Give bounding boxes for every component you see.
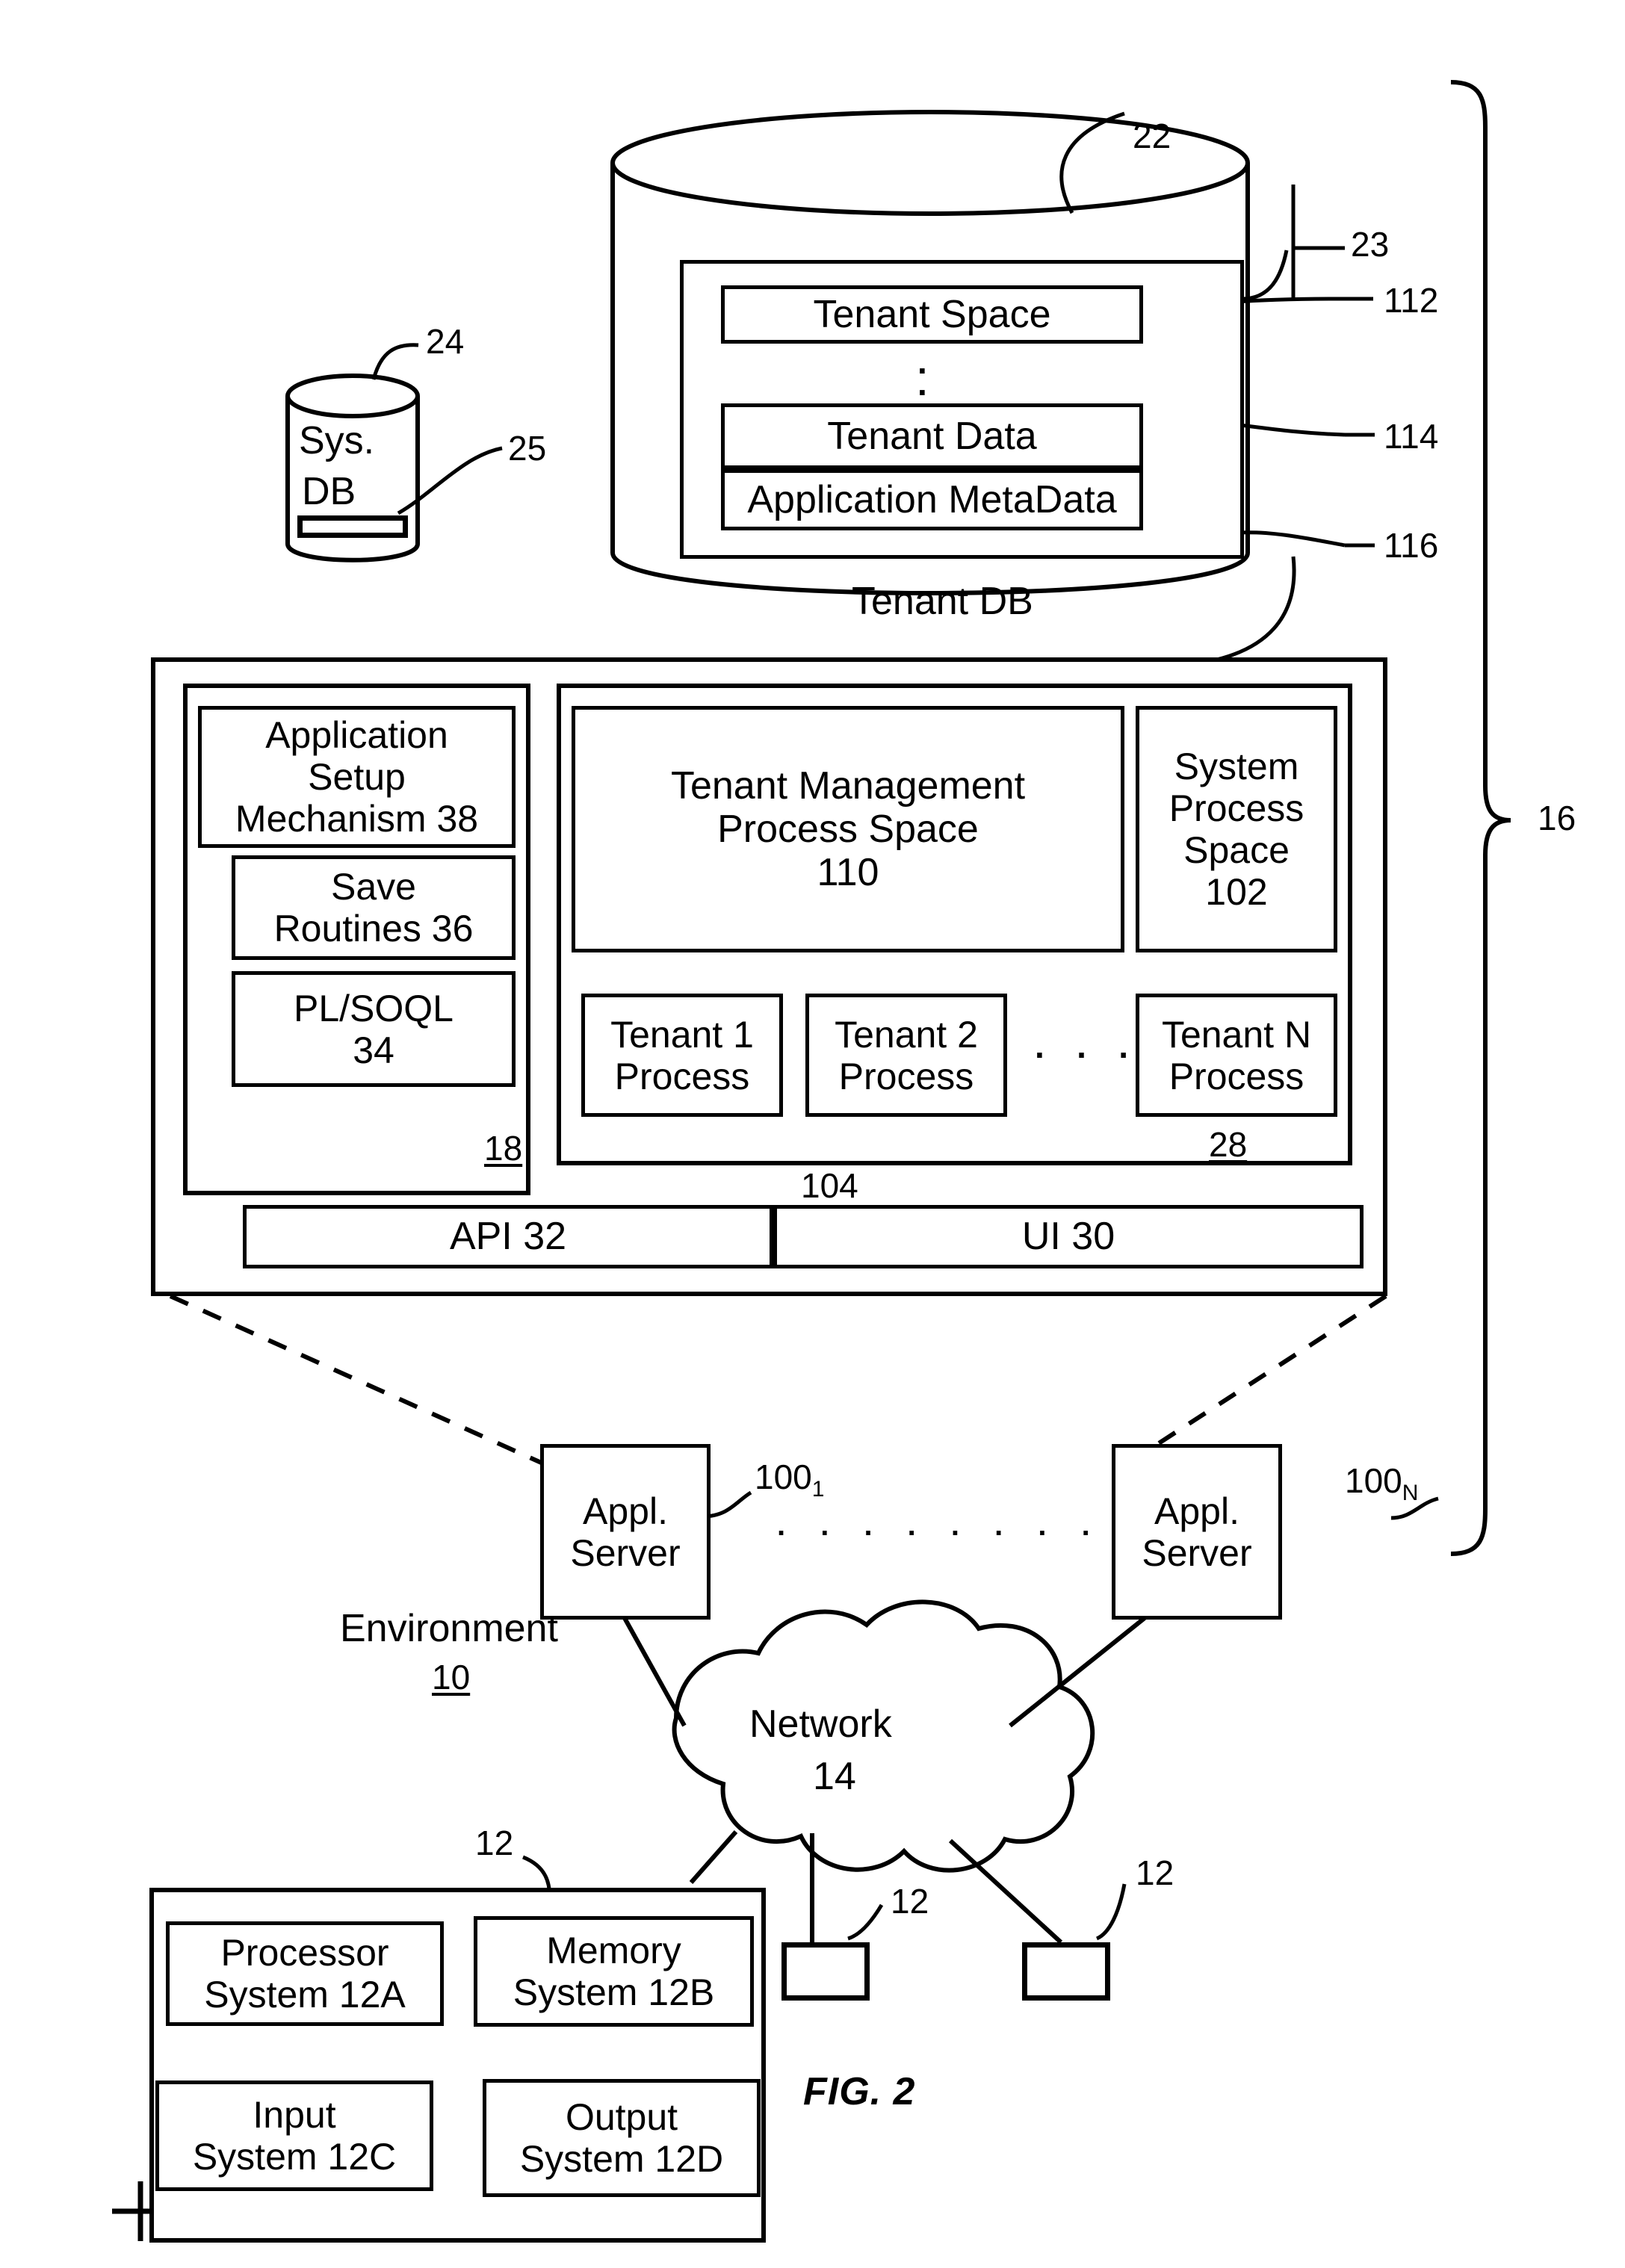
ref-12-user-system: 12 xyxy=(475,1824,514,1862)
ref-10: 10 xyxy=(432,1658,471,1697)
tenant-n-process-box[interactable]: Tenant N Process xyxy=(1136,994,1337,1117)
patent-figure-page: Tenant Space . . . Tenant Data Applicati… xyxy=(0,0,1625,2268)
network-label-line2: 14 xyxy=(813,1755,856,1798)
ui-bar-label: UI 30 xyxy=(1021,1215,1115,1259)
tenant-data-label: Tenant Data xyxy=(827,414,1037,458)
ref-12-other-a: 12 xyxy=(891,1882,929,1921)
tenant-management-process-space-box[interactable]: Tenant Management Process Space 110 xyxy=(572,706,1124,952)
sys-db-slot xyxy=(297,515,408,538)
system-process-space-box[interactable]: System Process Space 102 xyxy=(1136,706,1337,952)
ref-114: 114 xyxy=(1384,417,1439,456)
api-bar-label: API 32 xyxy=(449,1215,567,1259)
input-system-box[interactable]: Input System 12C xyxy=(155,2080,433,2191)
ref-24: 24 xyxy=(426,322,465,361)
tenant-1-process-label: Tenant 1 Process xyxy=(610,1013,754,1097)
ref-18: 18 xyxy=(484,1129,523,1168)
memory-system-label: Memory System 12B xyxy=(513,1930,715,2013)
other-user-system-box-a[interactable] xyxy=(781,1942,870,2001)
network-label-line1: Network xyxy=(749,1702,892,1746)
figure-label: FIG. 2 xyxy=(803,2070,916,2113)
api-bar-box[interactable]: API 32 xyxy=(243,1205,773,1268)
ref-100-n-subscript: N xyxy=(1402,1481,1419,1506)
pl-soql-label: PL/SOQL 34 xyxy=(294,987,454,1071)
tenant-1-process-box[interactable]: Tenant 1 Process xyxy=(581,994,783,1117)
appl-server-1-box[interactable]: Appl. Server xyxy=(540,1444,711,1620)
tenant-2-process-label: Tenant 2 Process xyxy=(835,1013,978,1097)
application-metadata-box[interactable]: Application MetaData xyxy=(721,469,1143,530)
sys-db-label-line1: Sys. xyxy=(299,419,375,462)
ref-116: 116 xyxy=(1384,526,1439,565)
application-metadata-label: Application MetaData xyxy=(747,477,1117,521)
processor-system-box[interactable]: Processor System 12A xyxy=(166,1921,444,2026)
ref-23: 23 xyxy=(1351,225,1390,264)
save-routines-label: Save Routines 36 xyxy=(273,866,474,949)
output-system-box[interactable]: Output System 12D xyxy=(483,2079,761,2197)
ref-16: 16 xyxy=(1538,799,1576,837)
ref-28: 28 xyxy=(1209,1125,1248,1164)
ref-100-1: 1001 xyxy=(755,1457,825,1502)
ref-112: 112 xyxy=(1384,281,1439,320)
ref-104: 104 xyxy=(801,1166,858,1205)
other-user-system-box-b[interactable] xyxy=(1022,1942,1110,2001)
appl-server-n-label: Appl. Server xyxy=(1142,1490,1252,1574)
tenant-space-label: Tenant Space xyxy=(813,292,1051,336)
tenant-n-process-label: Tenant N Process xyxy=(1161,1013,1312,1097)
sys-db-label-line2: DB xyxy=(302,470,356,513)
tenant-2-process-box[interactable]: Tenant 2 Process xyxy=(805,994,1007,1117)
system-process-space-label: System Process Space 102 xyxy=(1169,746,1304,913)
ui-bar-box[interactable]: UI 30 xyxy=(773,1205,1364,1268)
ref-25: 25 xyxy=(508,429,547,468)
ref-100-n: 100N xyxy=(1345,1461,1419,1506)
tenant-management-process-space-label: Tenant Management Process Space 110 xyxy=(670,763,1026,895)
tenant-db-caption: Tenant DB xyxy=(852,580,1033,623)
tenant-data-box[interactable]: Tenant Data xyxy=(721,403,1143,469)
application-setup-mechanism-box[interactable]: Application Setup Mechanism 38 xyxy=(198,706,516,848)
appl-server-n-box[interactable]: Appl. Server xyxy=(1112,1444,1282,1620)
output-system-label: Output System 12D xyxy=(519,2096,724,2180)
save-routines-box[interactable]: Save Routines 36 xyxy=(232,855,516,960)
scope-bracket-16 xyxy=(1450,80,1511,1556)
ref-22: 22 xyxy=(1133,117,1171,155)
input-system-label: Input System 12C xyxy=(192,2094,397,2178)
pl-soql-box[interactable]: PL/SOQL 34 xyxy=(232,971,516,1087)
dashed-expansion-lines xyxy=(169,1294,1387,1470)
application-setup-mechanism-label: Application Setup Mechanism 38 xyxy=(235,714,479,840)
memory-system-box[interactable]: Memory System 12B xyxy=(474,1916,754,2027)
processor-system-label: Processor System 12A xyxy=(204,1932,406,2016)
ref-12-other-b: 12 xyxy=(1136,1853,1174,1892)
tenant-space-box[interactable]: Tenant Space xyxy=(721,285,1143,344)
environment-label: Environment xyxy=(340,1607,558,1650)
appl-server-1-label: Appl. Server xyxy=(570,1490,681,1574)
server-ellipsis: . . . . . . . . . xyxy=(777,1509,1147,1542)
ref-100-1-subscript: 1 xyxy=(811,1477,825,1502)
